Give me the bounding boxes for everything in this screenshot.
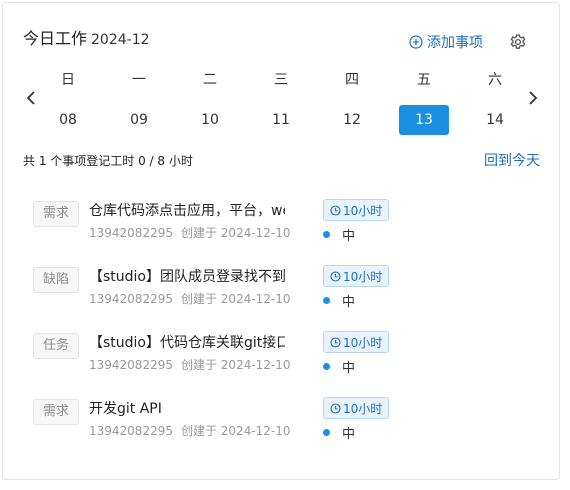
title-period: 2024-12 — [91, 32, 150, 48]
day-column: 二 10 — [184, 63, 236, 135]
gear-icon[interactable] — [509, 33, 527, 51]
weekday-label: 四 — [345, 72, 359, 88]
priority-indicator: 中 — [323, 423, 355, 442]
priority-indicator: 中 — [323, 225, 355, 244]
day-column: 日 08 — [42, 63, 94, 135]
task-title[interactable]: 开发git API — [89, 399, 285, 419]
task-meta: 13942082295 创建于 2024-12-10 — [89, 422, 291, 439]
weekday-label: 二 — [203, 72, 217, 88]
weekday-label: 三 — [274, 72, 288, 88]
task-title[interactable]: 【studio】团队成员登录找不到! — [89, 267, 285, 287]
task-item[interactable]: 需求 仓库代码添点击应用，平台，we 13942082295 创建于 2024-1… — [3, 195, 561, 245]
add-item-button[interactable]: 添加事项 — [409, 32, 483, 52]
card-title: 今日工作 2024-12 — [23, 25, 150, 49]
week-strip: 日 08 一 09 二 10 三 11 四 12 五 13 六 14 — [3, 63, 561, 135]
chevron-right-icon[interactable] — [525, 89, 541, 107]
task-type-tag: 任务 — [33, 333, 79, 359]
hours-value: 10小时 — [343, 401, 383, 416]
hours-value: 10小时 — [343, 203, 383, 218]
weekday-label: 一 — [132, 72, 146, 88]
work-card: 今日工作 2024-12 添加事项 日 08 一 09 二 10 三 11 四 … — [2, 2, 560, 480]
priority-label: 中 — [342, 229, 356, 244]
weekday-label: 日 — [61, 72, 75, 88]
priority-label: 中 — [342, 361, 356, 376]
plus-circle-icon — [409, 35, 423, 49]
task-type-tag: 需求 — [33, 201, 79, 227]
add-item-label: 添加事项 — [427, 35, 483, 51]
hours-badge: 10小时 — [323, 331, 390, 353]
day-column: 一 09 — [113, 63, 165, 135]
task-meta: 13942082295 创建于 2024-12-10 — [89, 290, 291, 307]
day-column: 六 14 — [469, 63, 521, 135]
date-cell[interactable]: 12 — [327, 105, 377, 135]
title-text: 今日工作 — [23, 29, 88, 48]
hours-value: 10小时 — [343, 269, 383, 284]
task-item[interactable]: 需求 开发git API 13942082295 创建于 2024-12-10 1… — [3, 393, 561, 443]
task-title[interactable]: 仓库代码添点击应用，平台，we — [89, 201, 285, 221]
priority-dot — [323, 231, 330, 238]
clock-icon — [330, 402, 341, 414]
hours-badge: 10小时 — [323, 199, 390, 221]
hours-badge: 10小时 — [323, 397, 390, 419]
back-to-today-link[interactable]: 回到今天 — [484, 150, 540, 170]
task-item[interactable]: 缺陷 【studio】团队成员登录找不到! 13942082295 创建于 202… — [3, 261, 561, 311]
hours-summary: 共 1 个事项登记工时 0 / 8 小时 — [23, 154, 193, 168]
task-created: 创建于 2024-12-10 — [180, 424, 291, 438]
task-created: 创建于 2024-12-10 — [180, 292, 291, 306]
date-cell[interactable]: 14 — [470, 105, 520, 135]
priority-indicator: 中 — [323, 291, 355, 310]
task-type-tag: 需求 — [33, 399, 79, 425]
task-created: 创建于 2024-12-10 — [180, 226, 291, 240]
clock-icon — [330, 336, 341, 348]
priority-indicator: 中 — [323, 357, 355, 376]
task-title[interactable]: 【studio】代码仓库关联git接口 — [89, 333, 285, 353]
priority-dot — [323, 297, 330, 304]
weekday-label: 五 — [417, 72, 431, 88]
task-created: 创建于 2024-12-10 — [180, 358, 291, 372]
task-meta: 13942082295 创建于 2024-12-10 — [89, 224, 291, 241]
day-column: 四 12 — [326, 63, 378, 135]
clock-icon — [330, 204, 341, 216]
task-item[interactable]: 任务 【studio】代码仓库关联git接口 13942082295 创建于 20… — [3, 327, 561, 377]
task-user: 13942082295 — [89, 358, 173, 372]
hours-badge: 10小时 — [323, 265, 390, 287]
task-user: 13942082295 — [89, 292, 173, 306]
day-column: 三 11 — [255, 63, 307, 135]
date-cell[interactable]: 10 — [185, 105, 235, 135]
date-cell-selected[interactable]: 13 — [399, 105, 449, 135]
priority-dot — [323, 363, 330, 370]
task-user: 13942082295 — [89, 424, 173, 438]
priority-dot — [323, 429, 330, 436]
date-cell[interactable]: 08 — [43, 105, 93, 135]
hours-value: 10小时 — [343, 335, 383, 350]
task-type-tag: 缺陷 — [33, 267, 79, 293]
task-meta: 13942082295 创建于 2024-12-10 — [89, 356, 291, 373]
chevron-left-icon[interactable] — [23, 89, 39, 107]
task-user: 13942082295 — [89, 226, 173, 240]
priority-label: 中 — [342, 427, 356, 442]
date-cell[interactable]: 11 — [256, 105, 306, 135]
day-column: 五 13 — [398, 63, 450, 135]
weekday-label: 六 — [488, 72, 502, 88]
date-cell[interactable]: 09 — [114, 105, 164, 135]
priority-label: 中 — [342, 295, 356, 310]
clock-icon — [330, 270, 341, 282]
